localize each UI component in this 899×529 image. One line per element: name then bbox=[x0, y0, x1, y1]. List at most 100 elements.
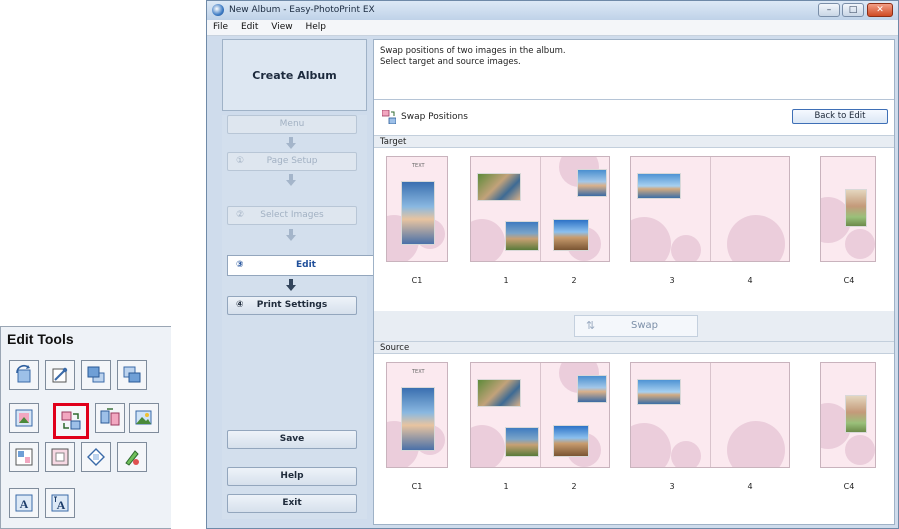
page-thumbnail-cover-front[interactable]: TEXT bbox=[386, 362, 448, 468]
photo-kids-group[interactable] bbox=[477, 173, 521, 201]
image-adjust-icon bbox=[135, 410, 152, 425]
page-label: 1 bbox=[503, 276, 509, 285]
page-thumbnail-spread-3-4[interactable] bbox=[630, 156, 790, 262]
step-number: ④ bbox=[236, 300, 244, 310]
menu-bar: File Edit View Help bbox=[207, 20, 898, 36]
svg-text:A: A bbox=[57, 498, 66, 512]
shape-tool-button[interactable] bbox=[81, 442, 111, 472]
nav-body: Menu ① Page Setup ② Select Images ④ Prin… bbox=[222, 115, 367, 519]
page-thumbnail-spread-3-4[interactable] bbox=[630, 362, 790, 468]
select-images-label: Select Images bbox=[260, 210, 324, 220]
page-thumbnail-spread-1-2[interactable] bbox=[470, 362, 610, 468]
page-label: 3 bbox=[669, 482, 675, 491]
vertical-text-tool-button[interactable]: A bbox=[45, 488, 75, 518]
photo-beach-group[interactable] bbox=[553, 219, 589, 251]
minimize-icon: – bbox=[826, 5, 832, 15]
step-number: ② bbox=[236, 210, 245, 220]
text-icon: A bbox=[15, 494, 33, 512]
swap-arrows-icon: ⇅ bbox=[586, 319, 596, 332]
photo-beach-kids[interactable] bbox=[505, 221, 539, 251]
frame-tool-button[interactable] bbox=[45, 442, 75, 472]
down-arrow-icon bbox=[286, 279, 296, 291]
trim-tool-button[interactable] bbox=[45, 360, 75, 390]
swap-row: ⇅ Swap bbox=[374, 311, 894, 341]
menu-view[interactable]: View bbox=[271, 20, 292, 35]
photo-kids-water[interactable] bbox=[637, 379, 681, 405]
photo-girl-portrait[interactable] bbox=[401, 181, 435, 245]
menu-nav-button[interactable]: Menu bbox=[227, 115, 357, 134]
rotate-tool-button[interactable] bbox=[9, 360, 39, 390]
help-button[interactable]: Help bbox=[227, 467, 357, 486]
instruction-area: Swap positions of two images in the albu… bbox=[374, 40, 894, 100]
navigation-panel: Create Album Menu ① Page Setup ② Select … bbox=[222, 39, 381, 525]
swap-positions-tool-button[interactable] bbox=[53, 403, 89, 439]
down-arrow-icon bbox=[286, 174, 296, 186]
replace-image-tool-button[interactable] bbox=[9, 403, 39, 433]
frame-icon bbox=[51, 448, 69, 466]
instruction-line: Swap positions of two images in the albu… bbox=[380, 46, 566, 56]
window-title: New Album - Easy-PhotoPrint EX bbox=[229, 5, 375, 15]
title-bar: New Album - Easy-PhotoPrint EX – □ ✕ bbox=[207, 1, 898, 20]
page-thumbnail-cover-back[interactable] bbox=[820, 362, 876, 468]
close-button[interactable]: ✕ bbox=[867, 3, 893, 17]
print-settings-label: Print Settings bbox=[256, 300, 328, 310]
page-label: 4 bbox=[747, 276, 753, 285]
swap-pages-icon bbox=[100, 408, 120, 426]
page-label: 2 bbox=[571, 482, 577, 491]
replace-image-icon bbox=[15, 409, 33, 427]
bring-to-front-tool-button[interactable] bbox=[81, 360, 111, 390]
menu-edit[interactable]: Edit bbox=[241, 20, 258, 35]
cover-text-mark: TEXT bbox=[412, 369, 425, 375]
swap-pages-tool-button[interactable] bbox=[95, 403, 125, 433]
page-label: 4 bbox=[747, 482, 753, 491]
photo-small-portrait[interactable] bbox=[845, 189, 867, 227]
photo-kids-water[interactable] bbox=[637, 173, 681, 199]
send-back-icon bbox=[123, 366, 141, 383]
print-settings-nav-button[interactable]: ④ Print Settings bbox=[227, 296, 357, 315]
shape-icon bbox=[87, 448, 105, 466]
trim-icon bbox=[52, 367, 68, 383]
svg-text:A: A bbox=[20, 497, 29, 511]
menu-file[interactable]: File bbox=[213, 20, 228, 35]
minimize-button[interactable]: – bbox=[818, 3, 840, 17]
maximize-button[interactable]: □ bbox=[842, 3, 864, 17]
send-to-back-tool-button[interactable] bbox=[117, 360, 147, 390]
back-to-edit-button[interactable]: Back to Edit bbox=[792, 109, 888, 124]
photo-boy-sea[interactable] bbox=[577, 375, 607, 403]
swap-positions-icon bbox=[61, 411, 81, 430]
target-pages: TEXT C1 1 2 3 4 C4 bbox=[374, 148, 894, 310]
step-number: ③ bbox=[236, 260, 244, 270]
photo-kids-group[interactable] bbox=[477, 379, 521, 407]
source-section-header: Source bbox=[374, 341, 894, 354]
photo-beach-kids[interactable] bbox=[505, 427, 539, 457]
bring-front-icon bbox=[87, 366, 105, 383]
rotate-icon bbox=[16, 364, 31, 383]
color-tool-button[interactable] bbox=[117, 442, 147, 472]
menu-help[interactable]: Help bbox=[305, 20, 326, 35]
photo-beach-group[interactable] bbox=[553, 425, 589, 457]
layout-tool-button[interactable] bbox=[9, 442, 39, 472]
exit-button[interactable]: Exit bbox=[227, 494, 357, 513]
page-label: 1 bbox=[503, 482, 509, 491]
down-arrow-icon bbox=[286, 229, 296, 241]
close-icon: ✕ bbox=[876, 5, 884, 15]
photo-boy-sea[interactable] bbox=[577, 169, 607, 197]
app-logo-icon bbox=[212, 4, 224, 16]
edit-tools-panel: Edit Tools A A bbox=[0, 326, 171, 529]
select-images-nav-button[interactable]: ② Select Images bbox=[227, 206, 357, 225]
image-adjust-tool-button[interactable] bbox=[129, 403, 159, 433]
photo-girl-portrait[interactable] bbox=[401, 387, 435, 451]
page-setup-nav-button[interactable]: ① Page Setup bbox=[227, 152, 357, 171]
text-tool-button[interactable]: A bbox=[9, 488, 39, 518]
swap-positions-title: Swap Positions bbox=[401, 112, 468, 122]
save-button[interactable]: Save bbox=[227, 430, 357, 449]
page-thumbnail-cover-back[interactable] bbox=[820, 156, 876, 262]
page-label: C4 bbox=[843, 482, 855, 491]
page-setup-label: Page Setup bbox=[266, 156, 318, 166]
page-thumbnail-spread-1-2[interactable] bbox=[470, 156, 610, 262]
swap-positions-bar: Swap Positions Back to Edit bbox=[374, 106, 894, 128]
swap-button[interactable]: ⇅ Swap bbox=[574, 315, 698, 337]
photo-small-portrait[interactable] bbox=[845, 395, 867, 433]
page-thumbnail-cover-front[interactable]: TEXT bbox=[386, 156, 448, 262]
edit-nav-tab[interactable]: ③ Edit bbox=[227, 255, 381, 276]
